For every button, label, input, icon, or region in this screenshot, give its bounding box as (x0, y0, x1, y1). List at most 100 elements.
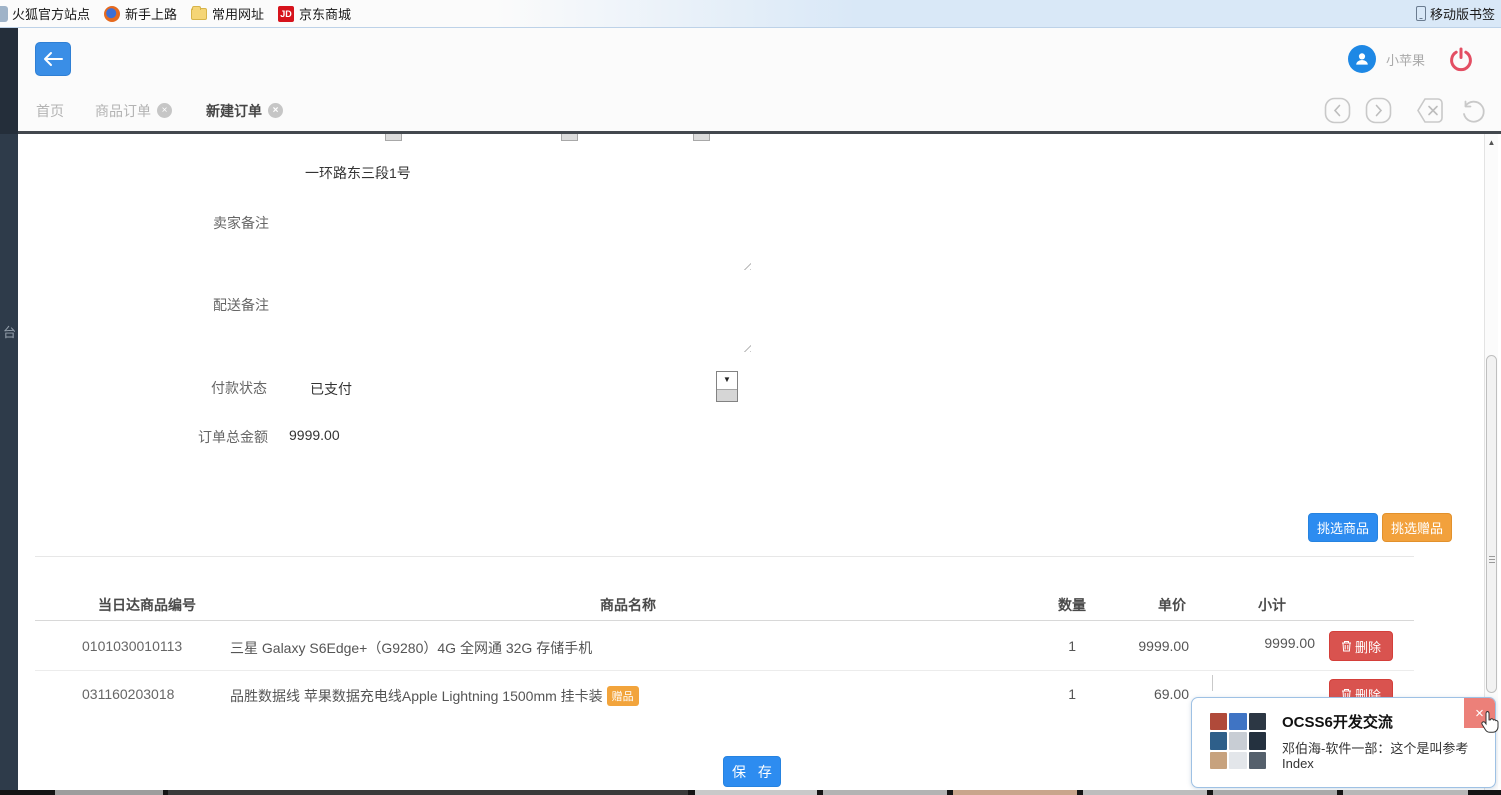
order-form-content: 一环路东三段1号 卖家备注 配送备注 付款状态 已支付 ▼ 订单总金额 (18, 134, 1501, 790)
sidebar-strip-top (0, 28, 18, 134)
bookmark-getting-started[interactable]: 新手上路 (104, 4, 177, 23)
bookmark-mobile-bookmarks[interactable]: 移动版书签 (1416, 4, 1495, 23)
avatar-tile (1210, 752, 1227, 769)
chevron-left-icon (1324, 97, 1351, 124)
tab-scroll-right-button[interactable] (1365, 97, 1392, 124)
cell-subtotal: 9999.00 (1234, 635, 1315, 651)
sidebar-strip: 台 (0, 28, 18, 790)
gift-badge: 赠品 (607, 686, 639, 706)
tab-close-icon[interactable]: × (268, 103, 283, 118)
bookmark-label: 移动版书签 (1430, 4, 1495, 23)
main-panel: 小苹果 首页 商品订单 × (18, 28, 1501, 790)
taskbar-window-sliver[interactable] (1083, 790, 1207, 795)
select-lower-shade (717, 389, 737, 401)
avatar-tile (1229, 732, 1246, 749)
bookmark-firefox-site[interactable]: 火狐官方站点 (12, 4, 90, 23)
power-icon (1447, 45, 1475, 73)
col-header-code: 当日达商品编号 (98, 595, 196, 615)
col-header-subtotal: 小计 (1228, 595, 1286, 615)
person-icon (1353, 50, 1371, 68)
address-value: 一环路东三段1号 (305, 163, 411, 183)
username-label: 小苹果 (1386, 50, 1425, 69)
save-button[interactable]: 保 存 (723, 756, 781, 787)
cell-name: 品胜数据线 苹果数据充电线Apple Lightning 1500mm 挂卡装赠… (230, 686, 639, 707)
pick-gift-button[interactable]: 挑选赠品 (1382, 513, 1452, 542)
cell-qty: 1 (1028, 686, 1076, 702)
taskbar-window-sliver[interactable] (953, 790, 1077, 795)
bookmark-common-sites-folder[interactable]: 常用网址 (191, 4, 264, 23)
cell-code: 0101030010113 (82, 638, 182, 654)
taskbar-window-sliver[interactable] (1343, 790, 1468, 795)
top-header: 小苹果 (18, 28, 1501, 90)
bookmark-label: 常用网址 (212, 4, 264, 23)
tab-close-icon[interactable]: × (157, 103, 172, 118)
order-total-value: 9999.00 (289, 427, 340, 443)
arrow-left-icon (43, 51, 63, 67)
seller-note-textarea[interactable] (305, 200, 737, 266)
scrollbar-thumb[interactable] (1486, 355, 1497, 693)
col-header-qty: 数量 (1028, 595, 1086, 615)
taskbar-window-sliver[interactable] (695, 790, 817, 795)
clipped-select-button[interactable] (561, 134, 578, 141)
tab-label: 商品订单 (95, 101, 151, 121)
avatar-tile (1210, 732, 1227, 749)
os-taskbar-sliver[interactable] (0, 790, 1501, 795)
screen: 火狐官方站点 新手上路 常用网址 JD 京东商城 移动版书签 台 (0, 0, 1501, 795)
row-divider (35, 670, 1414, 671)
cell-price: 9999.00 (1108, 638, 1189, 654)
payment-status-select[interactable]: ▼ (716, 371, 738, 402)
close-tabs-icon (1416, 97, 1445, 124)
avatar-tile (1210, 713, 1227, 730)
delete-label: 删除 (1355, 637, 1381, 656)
bookmarks-bar: 火狐官方站点 新手上路 常用网址 JD 京东商城 移动版书签 (0, 0, 1501, 28)
delivery-note-field (305, 282, 737, 348)
tab-new-order[interactable]: 新建订单 × (206, 101, 283, 121)
tab-home[interactable]: 首页 (36, 101, 64, 121)
bookmark-label: 京东商城 (299, 4, 351, 23)
col-header-price: 单价 (1128, 595, 1186, 615)
payment-status-value: 已支付 (310, 379, 352, 399)
resize-grip-icon[interactable] (740, 341, 751, 352)
taskbar-window-sliver[interactable] (1213, 790, 1337, 795)
sidebar-partial-label: 台 (3, 322, 16, 341)
tab-label: 新建订单 (206, 101, 262, 121)
notification-popup: × OCSS6开发交流 邓伯海-软件一部：这个是叫参考 Index (1191, 697, 1496, 788)
notification-close-button[interactable]: × (1464, 698, 1495, 728)
subtotal-input-edge (1212, 675, 1213, 691)
scroll-up-icon[interactable]: ▲ (1485, 138, 1498, 147)
mobile-phone-icon (1416, 6, 1426, 21)
seller-note-field (305, 200, 737, 266)
chevron-right-icon (1365, 97, 1392, 124)
bookmark-jd-mall[interactable]: JD 京东商城 (278, 4, 351, 23)
chevron-down-icon: ▼ (717, 375, 737, 384)
clipped-select-button[interactable] (385, 134, 402, 141)
pick-product-button[interactable]: 挑选商品 (1308, 513, 1378, 542)
user-avatar[interactable] (1348, 45, 1376, 73)
tab-product-orders[interactable]: 商品订单 × (95, 101, 172, 121)
taskbar-window-sliver[interactable] (55, 790, 163, 795)
delete-row-button[interactable]: 删除 (1329, 631, 1393, 661)
col-header-name: 商品名称 (558, 595, 698, 615)
bookmark-label: 新手上路 (125, 4, 177, 23)
clipped-select-button[interactable] (693, 134, 710, 141)
product-name: 品胜数据线 苹果数据充电线Apple Lightning 1500mm 挂卡装 (230, 688, 603, 704)
taskbar-window-sliver[interactable] (823, 790, 947, 795)
content-scrollbar[interactable]: ▲ (1484, 134, 1498, 790)
notification-message-line2: Index (1282, 756, 1314, 771)
notification-title: OCSS6开发交流 (1282, 711, 1393, 732)
tab-scroll-left-button[interactable] (1324, 97, 1351, 124)
back-button[interactable] (35, 42, 71, 76)
refresh-tab-button[interactable] (1459, 97, 1487, 125)
avatar-tile (1229, 752, 1246, 769)
close-all-tabs-button[interactable] (1416, 97, 1445, 124)
jd-icon: JD (278, 6, 294, 22)
tab-bar: 首页 商品订单 × 新建订单 × (18, 90, 1501, 134)
logout-button[interactable] (1447, 45, 1475, 73)
avatar-tile (1249, 713, 1266, 730)
cut-favicon-icon (0, 6, 8, 22)
delivery-note-textarea[interactable] (305, 282, 737, 348)
table-header-border (35, 620, 1414, 621)
delivery-note-label: 配送备注 (213, 295, 269, 315)
taskbar-window-sliver[interactable] (168, 790, 688, 795)
resize-grip-icon[interactable] (740, 259, 751, 270)
